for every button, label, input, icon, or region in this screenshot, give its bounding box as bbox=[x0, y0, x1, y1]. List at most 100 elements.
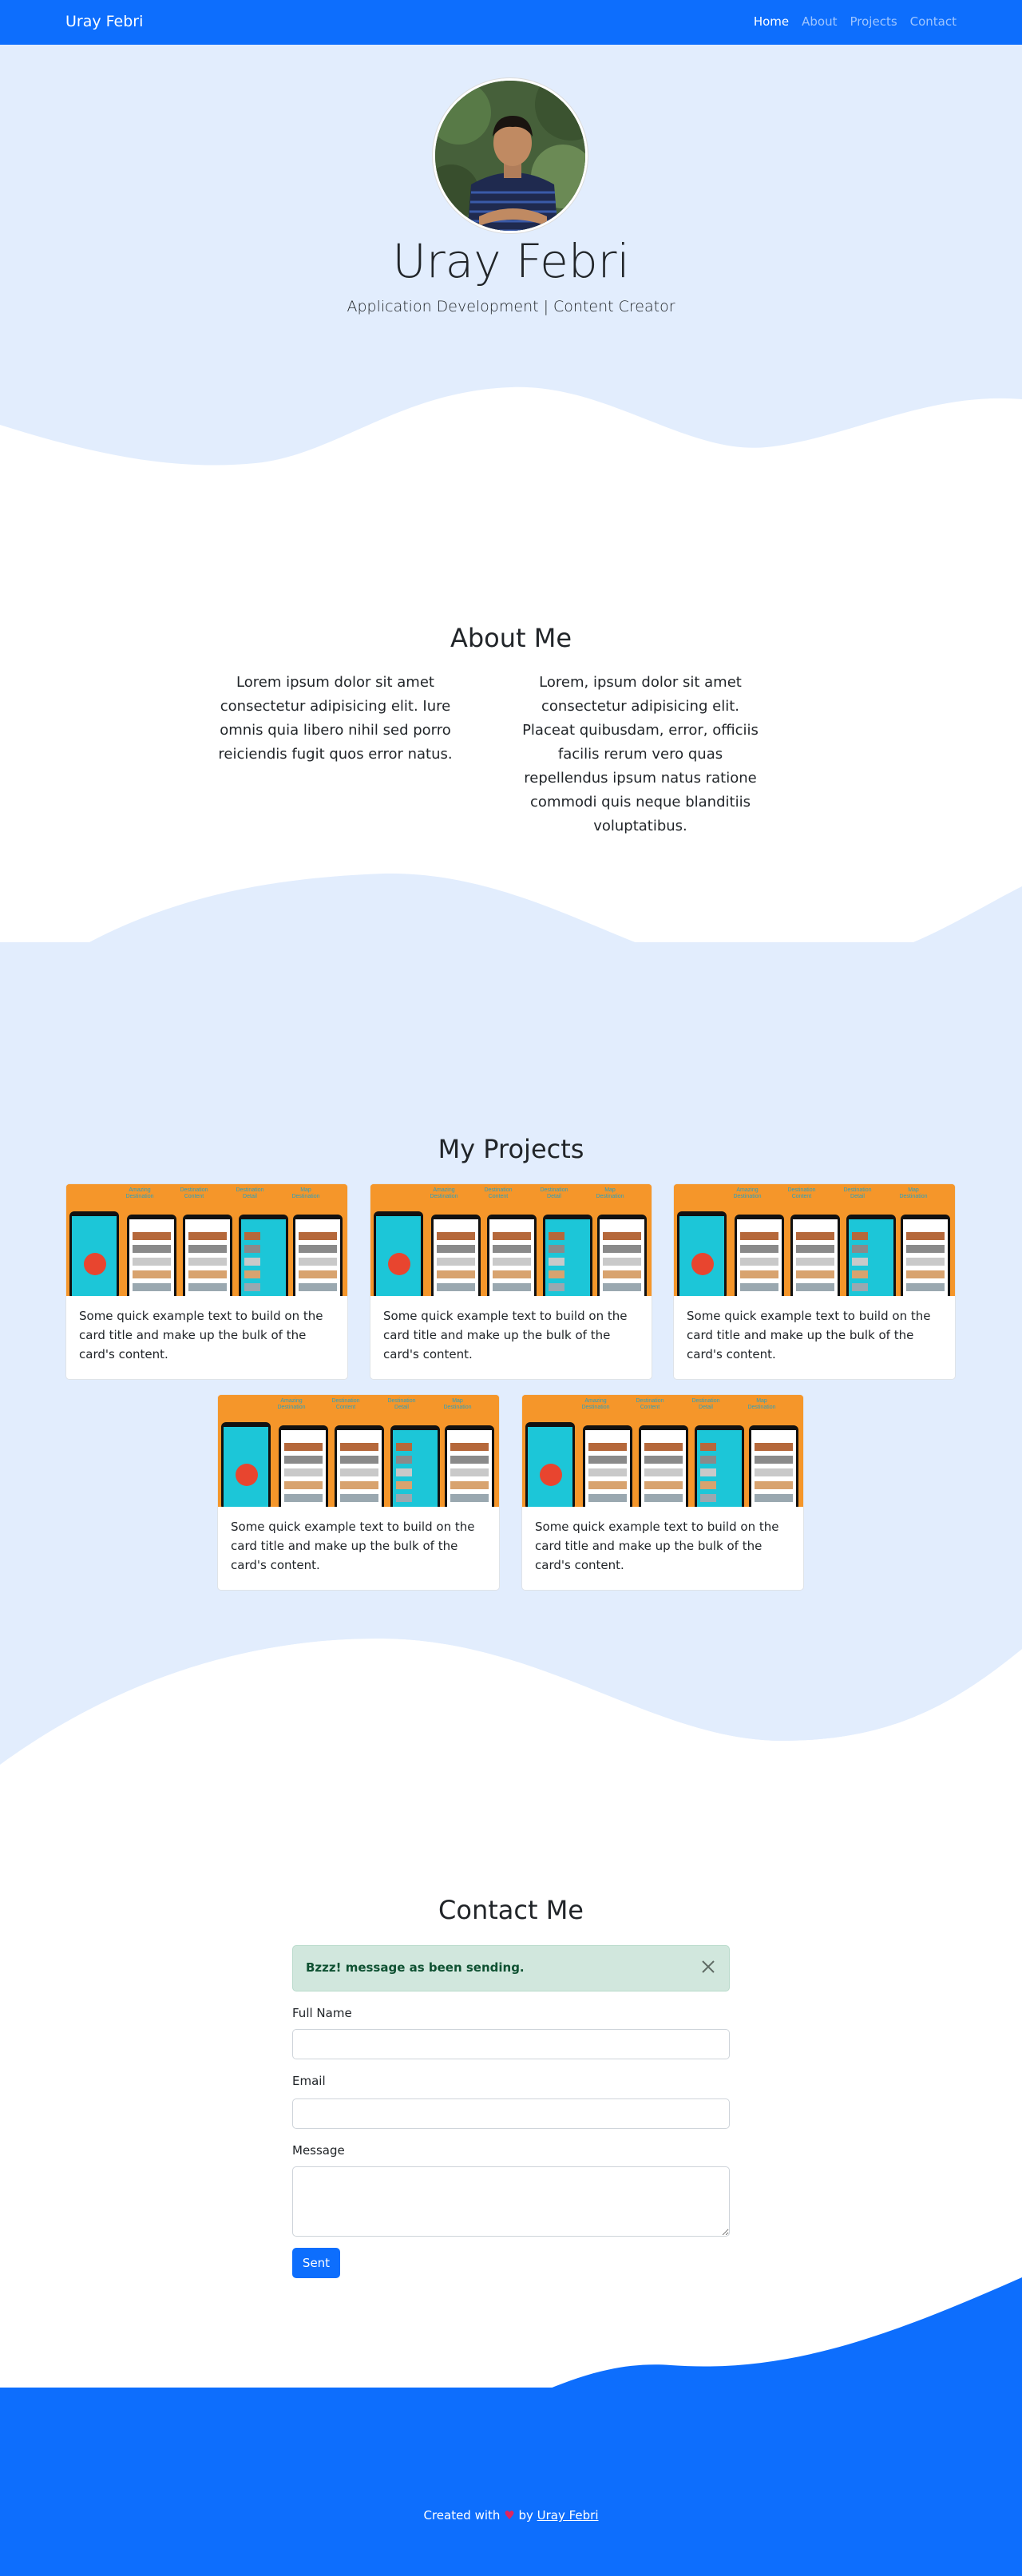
project-card[interactable]: Amazing Destination Destination Content Dest… bbox=[521, 1394, 804, 1591]
message-label: Message bbox=[292, 2143, 345, 2158]
hero-subtitle: Application Development | Content Creato… bbox=[347, 298, 675, 315]
screen-row bbox=[644, 1443, 683, 1451]
projects-wave-bottom bbox=[0, 1629, 1022, 1765]
screen-row bbox=[340, 1468, 378, 1476]
image-label: Destination bbox=[180, 1187, 208, 1193]
project-card[interactable]: Amazing Destination Destination Content Dest… bbox=[217, 1394, 500, 1591]
screen-row bbox=[133, 1283, 171, 1291]
screen-row bbox=[299, 1245, 337, 1253]
image-label: Amazing bbox=[736, 1187, 758, 1193]
screen-row bbox=[852, 1258, 868, 1266]
screen-row bbox=[396, 1481, 412, 1489]
screen-row bbox=[396, 1443, 412, 1451]
nav-links: Home About Projects Contact bbox=[754, 14, 957, 29]
screen-row bbox=[796, 1283, 834, 1291]
nav-link-projects[interactable]: Projects bbox=[850, 14, 897, 29]
screen-row bbox=[549, 1283, 564, 1291]
screen-row bbox=[603, 1232, 641, 1240]
screen-row bbox=[450, 1494, 489, 1502]
screen-row bbox=[437, 1270, 475, 1278]
screen-row bbox=[603, 1245, 641, 1253]
image-label: Detail bbox=[850, 1194, 865, 1199]
image-label: Destination bbox=[787, 1187, 815, 1193]
about-text-left: Lorem ipsum dolor sit amet consectetur a… bbox=[218, 674, 453, 763]
email-input[interactable] bbox=[292, 2098, 730, 2129]
screen-row bbox=[244, 1245, 260, 1253]
screen-row bbox=[740, 1258, 778, 1266]
projects-wave-top bbox=[0, 873, 1022, 946]
screen-row bbox=[133, 1270, 171, 1278]
image-label: Map bbox=[452, 1398, 463, 1404]
screen-row bbox=[340, 1443, 378, 1451]
image-label: Detail bbox=[699, 1405, 713, 1410]
screen-row bbox=[299, 1258, 337, 1266]
project-card-text: Some quick example text to build on the … bbox=[687, 1309, 931, 1361]
footer-by: by bbox=[518, 2508, 533, 2522]
sent-button[interactable]: Sent bbox=[292, 2248, 340, 2278]
image-label: Content bbox=[336, 1405, 356, 1410]
image-label: Destination bbox=[899, 1194, 927, 1199]
avatar bbox=[433, 78, 588, 233]
screen-row bbox=[755, 1443, 793, 1451]
image-label: Destination bbox=[236, 1187, 263, 1193]
footer-author-link[interactable]: Uray Febri bbox=[537, 2508, 599, 2522]
email-label: Email bbox=[292, 2074, 326, 2088]
image-label: Destination bbox=[691, 1398, 719, 1404]
project-card[interactable]: Amazing Destination Destination Content Dest… bbox=[65, 1183, 348, 1380]
screen-row bbox=[755, 1494, 793, 1502]
app-showcase-illustration: AmazingDestinationDestinationContentDest… bbox=[674, 1184, 955, 1296]
project-card-text: Some quick example text to build on the … bbox=[79, 1309, 323, 1361]
screen-row bbox=[549, 1258, 564, 1266]
footer bbox=[0, 2388, 1022, 2576]
nav-link-about[interactable]: About bbox=[802, 14, 837, 29]
app-showcase-illustration: AmazingDestinationDestinationContentDest… bbox=[66, 1184, 347, 1296]
image-label: Destination bbox=[540, 1187, 568, 1193]
screen-row bbox=[493, 1258, 531, 1266]
screen-row bbox=[700, 1443, 716, 1451]
image-label: Map bbox=[756, 1398, 767, 1404]
image-label: Content bbox=[489, 1194, 509, 1199]
screen-row bbox=[437, 1232, 475, 1240]
navbar-brand[interactable]: Uray Febri bbox=[65, 13, 143, 30]
image-label: Map bbox=[300, 1187, 311, 1193]
image-label: Amazing bbox=[280, 1398, 302, 1404]
project-card[interactable]: Amazing Destination Destination Content Dest… bbox=[370, 1183, 652, 1380]
screen-row bbox=[644, 1468, 683, 1476]
screen-row bbox=[796, 1270, 834, 1278]
screen-row bbox=[906, 1245, 945, 1253]
full-name-input[interactable] bbox=[292, 2029, 730, 2059]
close-icon[interactable] bbox=[699, 1957, 718, 1976]
image-label: Destination bbox=[581, 1405, 609, 1410]
footer-wave bbox=[0, 2277, 1022, 2389]
project-card-text: Some quick example text to build on the … bbox=[231, 1520, 475, 1572]
screen-row bbox=[493, 1245, 531, 1253]
screen-row bbox=[188, 1258, 227, 1266]
screen-row bbox=[549, 1245, 564, 1253]
screen-row bbox=[284, 1481, 323, 1489]
screen-row bbox=[284, 1456, 323, 1464]
nav-link-contact[interactable]: Contact bbox=[910, 14, 957, 29]
message-textarea[interactable] bbox=[292, 2166, 730, 2237]
image-label: Amazing bbox=[433, 1187, 454, 1193]
nav-link-home[interactable]: Home bbox=[754, 14, 789, 29]
screen-row bbox=[740, 1245, 778, 1253]
image-label: Destination bbox=[331, 1398, 359, 1404]
image-label: Amazing bbox=[129, 1187, 150, 1193]
image-label: Content bbox=[792, 1194, 812, 1199]
success-alert: Bzzz! message as been sending. bbox=[292, 1945, 730, 1991]
image-label: Destination bbox=[596, 1194, 624, 1199]
screen-row bbox=[755, 1456, 793, 1464]
project-card[interactable]: Amazing Destination Destination Content Dest… bbox=[673, 1183, 956, 1380]
project-card-image: Amazing Destination Destination Content Dest… bbox=[66, 1184, 347, 1296]
image-label: Destination bbox=[430, 1194, 458, 1199]
screen-row bbox=[588, 1481, 627, 1489]
app-logo-mark bbox=[388, 1253, 410, 1275]
screen-row bbox=[700, 1494, 716, 1502]
screen-row bbox=[450, 1443, 489, 1451]
screen-row bbox=[906, 1258, 945, 1266]
image-label: Destination bbox=[733, 1194, 761, 1199]
image-label: Destination bbox=[443, 1405, 471, 1410]
project-card-image: Amazing Destination Destination Content Dest… bbox=[370, 1184, 652, 1296]
project-card-text: Some quick example text to build on the … bbox=[383, 1309, 628, 1361]
screen-row bbox=[549, 1232, 564, 1240]
